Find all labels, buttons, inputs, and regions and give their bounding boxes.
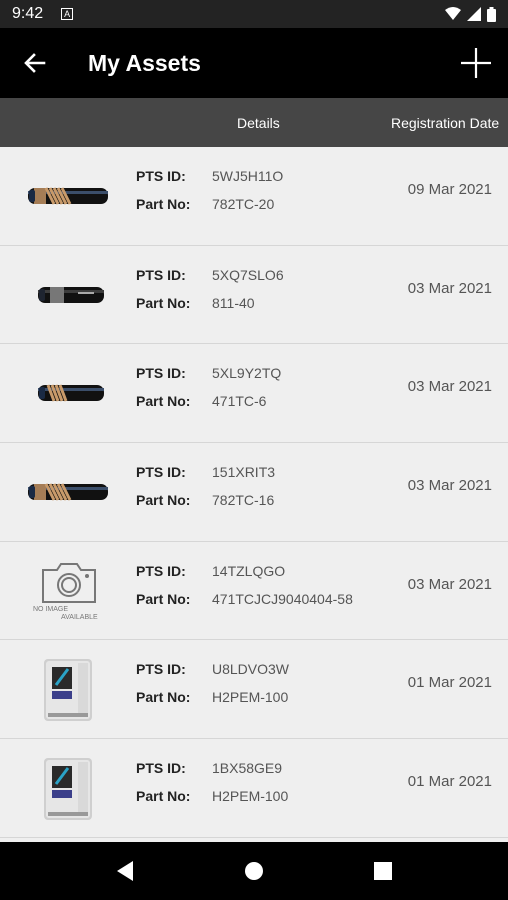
status-bar: 9:42 A — [0, 0, 508, 28]
signal-icon — [467, 7, 481, 21]
square-recents-icon — [374, 862, 393, 880]
asset-row[interactable]: NO IMAGE AVAILABLE PTS ID: 14TZLQGO Part… — [0, 541, 508, 641]
arrow-left-icon — [24, 53, 46, 73]
app-bar: My Assets — [0, 28, 508, 98]
asset-row[interactable]: PTS ID: U8LDVO3W Part No: H2PEM-100 01 M… — [0, 640, 508, 740]
camera-icon — [42, 562, 96, 603]
nav-home-button[interactable] — [234, 851, 274, 891]
triangle-back-icon — [116, 861, 133, 881]
asset-row[interactable]: PTS ID: 5XQ7SLO6 Part No: 811-40 03 Mar … — [0, 245, 508, 345]
part-no-value: H2PEM-100 — [212, 788, 289, 805]
part-no-value: 471TC-6 — [212, 393, 267, 410]
notification-icon: A — [61, 8, 74, 20]
pts-id-label: PTS ID: — [136, 365, 186, 382]
registration-date: 01 Mar 2021 — [407, 674, 492, 692]
pts-id-value: 5XL9Y2TQ — [212, 365, 282, 382]
pts-id-label: PTS ID: — [136, 661, 186, 678]
registration-date: 03 Mar 2021 — [407, 575, 492, 593]
column-header: Details Registration Date — [0, 98, 508, 147]
pts-id-label: PTS ID: — [136, 168, 186, 184]
pts-id-value: U8LDVO3W — [212, 661, 290, 678]
wifi-icon — [445, 7, 461, 20]
pts-id-value: 14TZLQGO — [212, 562, 286, 579]
machine-image — [22, 753, 116, 823]
part-no-label: Part No: — [136, 492, 191, 509]
pts-id-label: PTS ID: — [136, 464, 186, 481]
pts-id-value: 5XQ7SLO6 — [212, 266, 284, 283]
pts-id-label: PTS ID: — [136, 266, 186, 283]
back-button[interactable] — [0, 28, 70, 98]
circle-home-icon — [244, 862, 263, 880]
registration-date: 03 Mar 2021 — [407, 477, 492, 495]
system-nav-bar — [0, 842, 508, 900]
add-asset-button[interactable] — [444, 28, 508, 98]
part-no-label: Part No: — [136, 196, 191, 212]
part-no-label: Part No: — [136, 788, 191, 805]
pts-id-label: PTS ID: — [136, 760, 186, 777]
pts-id-value: 151XRIT3 — [212, 464, 276, 481]
asset-row[interactable]: PTS ID: 1BX58GE9 Part No: H2PEM-100 01 M… — [0, 739, 508, 838]
status-icons — [445, 6, 496, 22]
part-no-label: Part No: — [136, 689, 191, 706]
status-time: 9:42 — [12, 5, 44, 22]
available-text: AVAILABLE — [61, 613, 98, 621]
part-no-label: Part No: — [136, 294, 191, 311]
registration-date: 03 Mar 2021 — [407, 279, 492, 297]
registration-date: 03 Mar 2021 — [407, 378, 492, 396]
nav-recents-button[interactable] — [363, 851, 403, 891]
part-no-value: H2PEM-100 — [212, 689, 289, 706]
part-no-label: Part No: — [136, 393, 191, 410]
asset-row[interactable]: PTS ID: 5WJ5H11O Part No: 782TC-20 09 Ma… — [0, 147, 508, 246]
nav-back-button[interactable] — [105, 851, 145, 891]
part-no-value: 782TC-20 — [212, 196, 275, 212]
no-image-text: NO IMAGE — [33, 605, 69, 613]
registration-date: 09 Mar 2021 — [407, 181, 492, 198]
column-registration-date: Registration Date — [391, 115, 500, 131]
hose-image — [22, 161, 116, 231]
part-no-label: Part No: — [136, 590, 191, 607]
part-no-value: 782TC-16 — [212, 492, 275, 509]
part-no-value: 471TCJCJ9040404-58 — [212, 590, 353, 607]
machine-image — [22, 654, 116, 724]
asset-row[interactable]: PTS ID: 151XRIT3 Part No: 782TC-16 03 Ma… — [0, 443, 508, 542]
column-details: Details — [237, 115, 280, 131]
asset-list: PTS ID: 5WJ5H11O Part No: 782TC-20 09 Ma… — [0, 147, 508, 842]
hose-image — [22, 260, 116, 330]
hose-image — [22, 457, 116, 527]
registration-date: 01 Mar 2021 — [407, 773, 492, 791]
asset-row[interactable]: PTS ID: 5XL9Y2TQ Part No: 471TC-6 03 Mar… — [0, 344, 508, 444]
part-no-value: 811-40 — [212, 294, 255, 311]
no-image-placeholder: NO IMAGE AVAILABLE — [22, 556, 116, 626]
pts-id-value: 5WJ5H11O — [212, 168, 284, 184]
pts-id-label: PTS ID: — [136, 562, 186, 579]
page-title: My Assets — [88, 49, 201, 76]
plus-icon — [461, 48, 491, 78]
pts-id-value: 1BX58GE9 — [212, 760, 283, 777]
battery-icon — [487, 6, 496, 22]
hose-image — [22, 358, 116, 428]
